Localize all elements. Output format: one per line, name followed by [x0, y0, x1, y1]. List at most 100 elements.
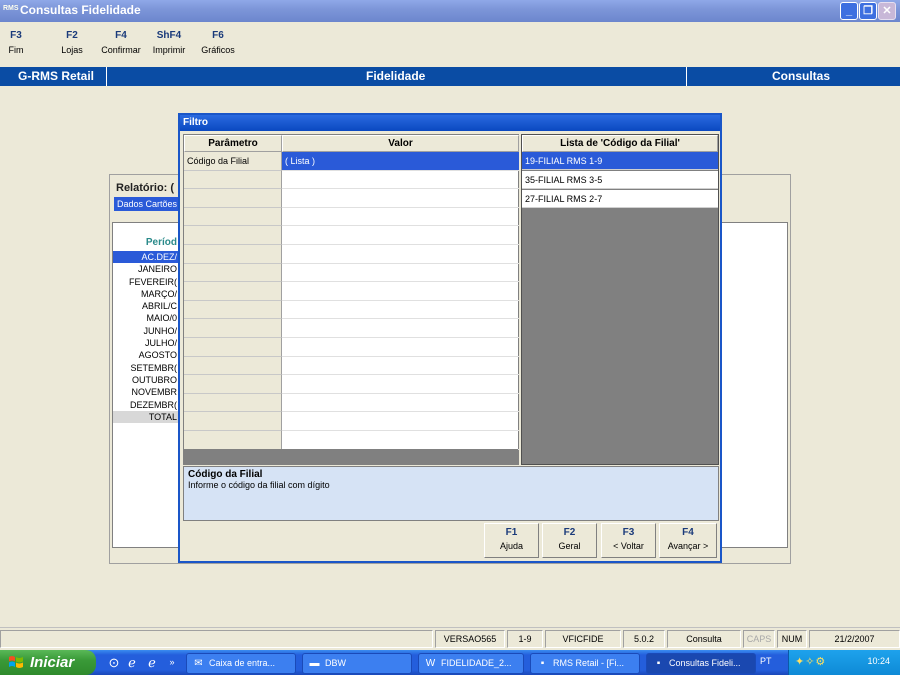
value-cell-empty[interactable]: [282, 319, 519, 338]
param-cell-empty[interactable]: [184, 282, 282, 301]
value-cell-empty[interactable]: [282, 375, 519, 394]
button-label: Geral: [558, 541, 581, 551]
param-cell-empty[interactable]: [184, 431, 282, 450]
period-header: Períod: [145, 237, 177, 248]
value-cell-empty[interactable]: [282, 431, 519, 450]
param-cell-empty[interactable]: [184, 226, 282, 245]
period-row[interactable]: AGOSTO: [113, 349, 179, 361]
taskbar-button-consultas[interactable]: ▪ Consultas Fideli...: [646, 653, 756, 674]
report-type[interactable]: Dados Cartões: [114, 197, 180, 211]
taskbar-button-dbw[interactable]: ▬ DBW: [302, 653, 412, 674]
browser-icon[interactable]: ℯ: [144, 655, 160, 670]
period-row[interactable]: NOVEMBR: [113, 386, 179, 398]
taskbar-button-word[interactable]: W FIDELIDADE_2...: [418, 653, 524, 674]
quicklaunch-more-icon[interactable]: »: [164, 655, 180, 670]
value-cell-empty[interactable]: [282, 301, 519, 320]
param-cell-empty[interactable]: [184, 245, 282, 264]
minimize-button[interactable]: _: [840, 2, 858, 20]
param-cell-empty[interactable]: [184, 263, 282, 283]
fkey-imprimir-button[interactable]: ShF4 Imprimir: [150, 30, 188, 55]
list-item[interactable]: 19-FILIAL RMS 1-9: [522, 152, 718, 170]
list-item[interactable]: 27-FILIAL RMS 2-7: [522, 190, 718, 208]
fkey-lojas-button[interactable]: F2 Lojas: [56, 30, 88, 55]
next-button[interactable]: F4 Avançar >: [659, 523, 717, 558]
param-cell[interactable]: Código da Filial: [184, 152, 282, 171]
param-cell-empty[interactable]: [184, 170, 282, 190]
fkey-fim-button[interactable]: F3 Fim: [4, 30, 28, 55]
fkey-graficos-button[interactable]: F6 Gráficos: [198, 30, 238, 55]
language-indicator[interactable]: PT: [760, 656, 772, 666]
param-cell-empty[interactable]: [184, 393, 282, 413]
taskbar-button-label: DBW: [325, 658, 346, 668]
fkey-label: Confirmar: [101, 45, 141, 55]
caps-indicator: CAPS: [743, 630, 775, 648]
title-bar: RMS Consultas Fidelidade _ ❐ ✕: [0, 0, 900, 22]
value-cell-empty[interactable]: [282, 208, 519, 227]
fkey-label: Gráficos: [201, 45, 235, 55]
period-row[interactable]: OUTUBRO: [113, 374, 179, 386]
value-cell-empty[interactable]: [282, 282, 519, 301]
window-title: Consultas Fidelidade: [20, 3, 141, 17]
status-bar: VERSAO565 1-9 VFICFIDE 5.0.2 Consulta CA…: [0, 627, 900, 649]
period-row[interactable]: DEZEMBR(: [113, 399, 179, 411]
param-cell-empty[interactable]: [184, 338, 282, 357]
period-row[interactable]: JANEIRO: [113, 263, 179, 275]
taskbar-button-label: RMS Retail - [Fi...: [553, 658, 625, 668]
header-function: Consultas: [772, 69, 831, 83]
param-cell-empty[interactable]: [184, 300, 282, 320]
param-cell-empty[interactable]: [184, 189, 282, 208]
period-row[interactable]: MARÇO/: [113, 288, 179, 300]
param-cell-empty[interactable]: [184, 412, 282, 431]
param-cell-empty[interactable]: [184, 375, 282, 394]
header-module: Fidelidade: [366, 69, 426, 83]
taskbar: Iniciar ⊙ ℯ ℯ » ✉ Caixa de entra... ▬ DB…: [0, 650, 900, 675]
status-mode: Consulta: [667, 630, 741, 648]
list-item[interactable]: 35-FILIAL RMS 3-5: [522, 171, 718, 189]
period-row[interactable]: FEVEREIR(: [113, 276, 179, 288]
value-cell[interactable]: ( Lista ): [282, 152, 519, 171]
maximize-button[interactable]: ❐: [859, 2, 877, 20]
value-cell-empty[interactable]: [282, 412, 519, 431]
value-cell-empty[interactable]: [282, 338, 519, 357]
taskbar-button-rms-retail[interactable]: ▪ RMS Retail - [Fi...: [530, 653, 640, 674]
fkey-confirmar-button[interactable]: F4 Confirmar: [98, 30, 144, 55]
taskbar-button-inbox[interactable]: ✉ Caixa de entra...: [186, 653, 296, 674]
dialog-title: Filtro: [180, 115, 720, 131]
period-row[interactable]: SETEMBR(: [113, 362, 179, 374]
status-program: VFICFIDE: [545, 630, 621, 648]
rms-app-icon: ▪: [656, 658, 661, 669]
value-cell-empty[interactable]: [282, 245, 519, 264]
help-button[interactable]: F1 Ajuda: [484, 523, 539, 558]
value-cell-empty[interactable]: [282, 357, 519, 376]
status-release: 5.0.2: [623, 630, 665, 648]
period-row[interactable]: JUNHO/: [113, 325, 179, 337]
value-cell-empty[interactable]: [282, 394, 519, 413]
fkey-code: F2: [66, 30, 78, 41]
param-cell-empty[interactable]: [184, 319, 282, 338]
grid-footer: [184, 449, 518, 464]
internet-explorer-icon[interactable]: ℯ: [124, 655, 140, 670]
value-cell-empty[interactable]: [282, 171, 519, 190]
tray-icons[interactable]: ✦✧⚙: [795, 655, 826, 668]
back-button[interactable]: F3 < Voltar: [601, 523, 656, 558]
param-cell-empty[interactable]: [184, 356, 282, 376]
general-button[interactable]: F2 Geral: [542, 523, 597, 558]
param-cell-empty[interactable]: [184, 207, 282, 227]
period-table: Períod AC.DEZ/ JANEIRO FEVEREIR( MARÇO/ …: [112, 222, 180, 548]
period-row[interactable]: JULHO/: [113, 337, 179, 349]
period-row[interactable]: MAIO/0: [113, 312, 179, 324]
value-cell-empty[interactable]: [282, 189, 519, 208]
show-desktop-icon[interactable]: ⊙: [106, 655, 122, 670]
start-button[interactable]: Iniciar: [0, 650, 96, 675]
function-key-toolbar: F3 Fim F2 Lojas F4 Confirmar ShF4 Imprim…: [0, 30, 900, 64]
param-column-header: Parâmetro: [184, 135, 282, 152]
app-icon: RMS: [3, 5, 19, 12]
header-divider: [106, 67, 107, 86]
close-button[interactable]: ✕: [878, 2, 896, 20]
status-store: 1-9: [507, 630, 543, 648]
value-cell-empty[interactable]: [282, 226, 519, 245]
fkey-label: Lojas: [61, 45, 83, 55]
value-cell-empty[interactable]: [282, 264, 519, 283]
period-row[interactable]: AC.DEZ/: [113, 251, 179, 264]
period-row[interactable]: ABRIL/C: [113, 300, 179, 312]
